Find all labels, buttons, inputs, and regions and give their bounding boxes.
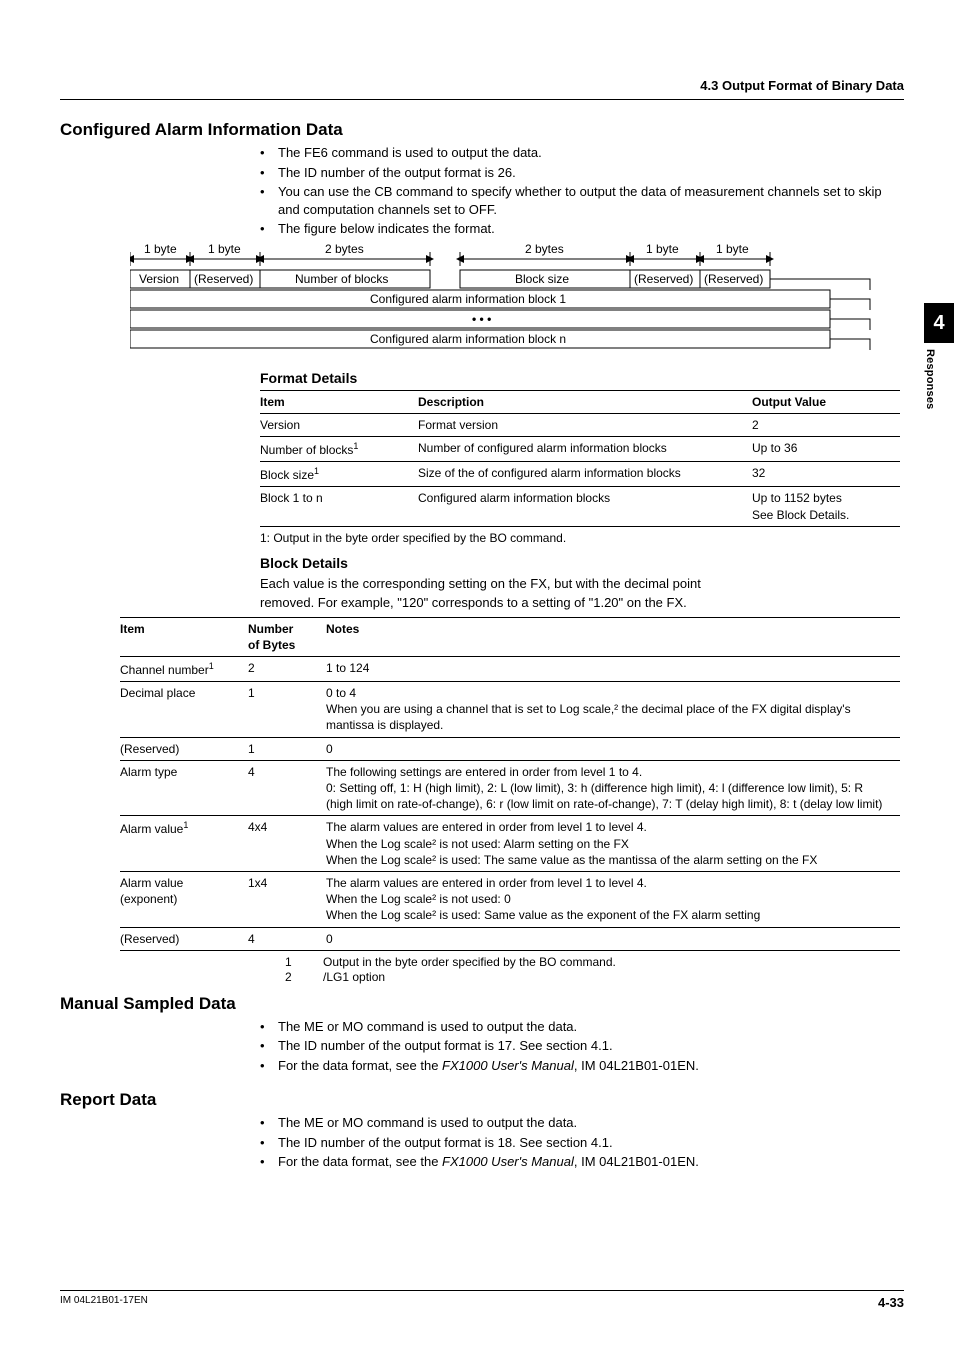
format-details-table: Item Description Output Value VersionFor…	[260, 390, 900, 527]
svg-text:1 byte: 1 byte	[646, 244, 679, 256]
heading-block-details: Block Details	[260, 555, 904, 571]
svg-text:1 byte: 1 byte	[716, 244, 749, 256]
bullet-text: The ME or MO command is used to output t…	[278, 1018, 577, 1036]
svg-text:Version: Version	[139, 272, 179, 286]
table-row: Block size1Size of the of configured ala…	[260, 462, 900, 487]
svg-text:(Reserved): (Reserved)	[634, 272, 693, 286]
bullet-text: For the data format, see the FX1000 User…	[278, 1153, 699, 1171]
bullet-text: The ID number of the output format is 17…	[278, 1037, 613, 1055]
table-row: VersionFormat version2	[260, 413, 900, 436]
svg-text:2 bytes: 2 bytes	[525, 244, 564, 256]
table-row: (Reserved)10	[120, 737, 900, 760]
bullet-text: For the data format, see the FX1000 User…	[278, 1057, 699, 1075]
chapter-number: 4	[924, 303, 954, 343]
bullet-text: The ID number of the output format is 18…	[278, 1134, 613, 1152]
table-row: Alarm value14x4The alarm values are ente…	[120, 816, 900, 872]
block-details-footnotes: 1Output in the byte order specified by t…	[285, 955, 904, 984]
svg-text:(Reserved): (Reserved)	[704, 272, 763, 286]
table-row: Decimal place10 to 4When you are using a…	[120, 682, 900, 738]
svg-text:Number of blocks: Number of blocks	[295, 272, 388, 286]
bullets-report-data: •The ME or MO command is used to output …	[260, 1114, 904, 1171]
bullets-configured-alarm: •The FE6 command is used to output the d…	[260, 144, 904, 238]
footer-page-number: 4-33	[878, 1295, 904, 1310]
svg-text:1 byte: 1 byte	[144, 244, 177, 256]
section-header: 4.3 Output Format of Binary Data	[60, 78, 904, 93]
bullet-text: You can use the CB command to specify wh…	[278, 183, 904, 218]
table-row: Block 1 to nConfigured alarm information…	[260, 487, 900, 526]
bullet-text: The FE6 command is used to output the da…	[278, 144, 542, 162]
bullet-text: The ME or MO command is used to output t…	[278, 1114, 577, 1132]
table-row: (Reserved)40	[120, 927, 900, 950]
chapter-tab: 4 Responses	[924, 303, 954, 503]
svg-text:• • •: • • •	[472, 312, 491, 326]
heading-report-data: Report Data	[60, 1090, 904, 1110]
heading-manual-sampled: Manual Sampled Data	[60, 994, 904, 1014]
footer-doc-id: IM 04L21B01-17EN	[60, 1295, 148, 1310]
svg-text:1 byte: 1 byte	[208, 244, 241, 256]
table-row: Channel number121 to 124	[120, 656, 900, 681]
bullet-text: The figure below indicates the format.	[278, 220, 495, 238]
table-row: Alarm value(exponent)1x4The alarm values…	[120, 871, 900, 927]
block-details-intro: Each value is the corresponding setting …	[260, 575, 904, 613]
chapter-label: Responses	[924, 349, 936, 410]
table-row: Alarm type4The following settings are en…	[120, 760, 900, 816]
svg-text:Block size: Block size	[515, 272, 569, 286]
table-row: Number of blocks1Number of configured al…	[260, 437, 900, 462]
format-diagram: 1 byte 1 byte 2 bytes 2 bytes 1 byte 1 b…	[130, 244, 910, 360]
svg-text:(Reserved): (Reserved)	[194, 272, 253, 286]
bullets-manual-sampled: •The ME or MO command is used to output …	[260, 1018, 904, 1075]
svg-text:Configured alarm information b: Configured alarm information block 1	[370, 292, 566, 306]
svg-text:Configured alarm information b: Configured alarm information block n	[370, 332, 566, 346]
svg-text:2 bytes: 2 bytes	[325, 244, 364, 256]
heading-format-details: Format Details	[260, 370, 904, 386]
bullet-text: The ID number of the output format is 26…	[278, 164, 516, 182]
block-details-table: Item Numberof Bytes Notes Channel number…	[120, 617, 900, 951]
format-details-footnote: 1: Output in the byte order specified by…	[260, 531, 904, 545]
header-rule	[60, 99, 904, 100]
heading-configured-alarm: Configured Alarm Information Data	[60, 120, 904, 140]
page-footer: IM 04L21B01-17EN 4-33	[60, 1290, 904, 1310]
